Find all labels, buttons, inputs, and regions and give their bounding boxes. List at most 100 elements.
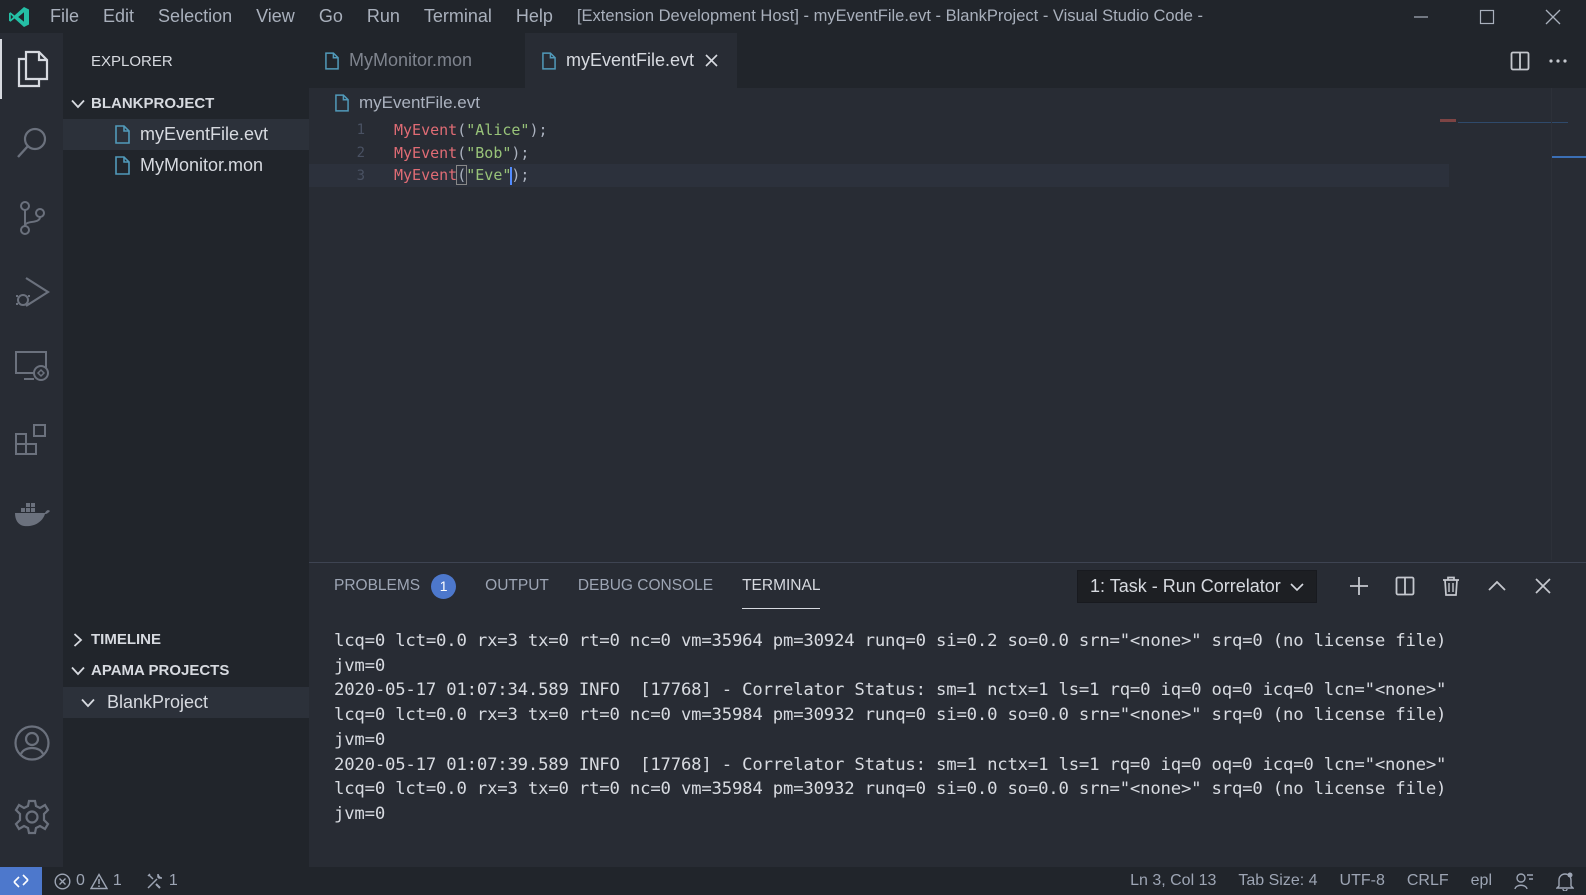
project-label: BlankProject	[107, 692, 209, 712]
close-icon	[1545, 9, 1561, 24]
section-blankproject[interactable]: BLANKPROJECT	[63, 88, 309, 119]
activity-manage[interactable]	[0, 787, 63, 847]
trash-icon	[1443, 576, 1459, 596]
menu-bar: File Edit Selection View Go Run Terminal…	[38, 0, 565, 33]
activity-run-debug[interactable]	[0, 262, 63, 322]
section-label: BLANKPROJECT	[91, 95, 215, 112]
menu-edit[interactable]: Edit	[91, 0, 146, 33]
token-close: );	[529, 120, 548, 139]
breadcrumb[interactable]: myEventFile.evt	[309, 88, 480, 118]
activity-bar	[0, 33, 63, 867]
line-number: 1	[356, 121, 365, 138]
terminal-line: jvm=0	[334, 803, 386, 824]
chevron-up-icon	[1488, 580, 1506, 591]
tab-problems[interactable]: PROBLEMS 1	[334, 563, 457, 609]
language-mode[interactable]: epl	[1471, 872, 1492, 890]
menu-terminal[interactable]: Terminal	[412, 0, 504, 33]
panel-actions	[1336, 563, 1566, 609]
menu-view[interactable]: View	[244, 0, 307, 33]
close-icon	[705, 54, 718, 67]
terminal-line: lcq=0 lct=0.0 rx=3 tx=0 rt=0 nc=0 vm=359…	[334, 631, 1447, 651]
token-string: "Eve"	[466, 166, 512, 185]
apama-project-item[interactable]: BlankProject	[63, 687, 309, 718]
activity-accounts[interactable]	[0, 713, 63, 773]
file-icon	[115, 156, 130, 175]
menu-run[interactable]: Run	[355, 0, 412, 33]
encoding[interactable]: UTF-8	[1340, 872, 1385, 890]
feedback-button[interactable]	[1514, 872, 1534, 890]
tab-label: MyMonitor.mon	[349, 50, 473, 70]
activity-remote-explorer[interactable]	[0, 336, 63, 396]
activity-explorer[interactable]	[0, 39, 63, 99]
error-count: 0	[76, 872, 85, 889]
token-close: );	[511, 143, 530, 162]
ports-count: 1	[168, 872, 178, 889]
close-window-button[interactable]	[1520, 0, 1586, 33]
chevron-down-icon	[71, 666, 85, 675]
token-function: MyEvent	[394, 166, 458, 185]
editor-actions	[1510, 33, 1568, 88]
menu-file[interactable]: File	[38, 0, 91, 33]
split-terminal-button[interactable]	[1382, 563, 1428, 609]
remote-indicator[interactable]	[0, 867, 42, 895]
tab-myeventfile[interactable]: myEventFile.evt	[525, 33, 737, 88]
editor-scrollbar[interactable]	[1551, 88, 1552, 560]
file-item-mymonitor[interactable]: MyMonitor.mon	[63, 150, 309, 181]
menu-help[interactable]: Help	[504, 0, 565, 33]
kill-terminal-button[interactable]	[1428, 563, 1474, 609]
file-item-myeventfile[interactable]: myEventFile.evt	[63, 119, 309, 150]
activity-search[interactable]	[0, 113, 63, 173]
menu-selection[interactable]: Selection	[146, 0, 244, 33]
token-function: MyEvent	[394, 120, 458, 139]
minimize-button[interactable]	[1388, 0, 1454, 33]
title-bar: File Edit Selection View Go Run Terminal…	[0, 0, 1586, 58]
bottom-panel: PROBLEMS 1 OUTPUT DEBUG CONSOLE TERMINAL…	[309, 562, 1586, 867]
new-terminal-button[interactable]	[1336, 563, 1382, 609]
minimap-content[interactable]	[1440, 119, 1456, 122]
maximize-panel-button[interactable]	[1474, 563, 1520, 609]
code-editor[interactable]: 1 MyEvent("Alice"); 2 MyEvent("Bob"); 3 …	[309, 118, 1586, 563]
token-paren: (	[457, 143, 467, 162]
activity-docker[interactable]	[0, 484, 63, 544]
error-icon	[54, 872, 71, 890]
problems-status[interactable]: 0 1	[54, 872, 122, 890]
section-apama-projects[interactable]: APAMA PROJECTS	[63, 655, 309, 686]
code-line-current: 3 MyEvent("Eve");	[309, 164, 1449, 187]
ports-status[interactable]: 1	[146, 872, 178, 890]
tab-terminal[interactable]: TERMINAL	[742, 563, 821, 609]
terminal-line: 2020-05-17 01:07:39.589 INFO [17768] - C…	[334, 754, 1447, 775]
chevron-down-icon	[71, 99, 85, 108]
docker-icon	[14, 503, 50, 527]
tab-size[interactable]: Tab Size: 4	[1238, 872, 1317, 890]
close-panel-button[interactable]	[1520, 563, 1566, 609]
terminal-line: lcq=0 lct=0.0 rx=3 tx=0 rt=0 nc=0 vm=359…	[334, 705, 1447, 726]
end-of-line[interactable]: CRLF	[1407, 872, 1449, 890]
tab-output[interactable]: OUTPUT	[485, 563, 549, 609]
menu-go[interactable]: Go	[307, 0, 355, 33]
cursor-position[interactable]: Ln 3, Col 13	[1130, 872, 1216, 890]
chevron-down-icon	[81, 698, 95, 707]
terminal-output[interactable]: lcq=0 lct=0.0 rx=3 tx=0 rt=0 nc=0 vm=359…	[334, 629, 1446, 827]
explorer-sidebar: EXPLORER BLANKPROJECT myEventFile.evt My…	[63, 33, 309, 867]
code-line: 2 MyEvent("Bob");	[309, 141, 1449, 164]
line-number: 3	[356, 167, 365, 184]
terminal-select-dropdown[interactable]: 1: Task - Run Correlator	[1077, 570, 1317, 603]
split-editor-button[interactable]	[1510, 51, 1530, 71]
tab-close-button[interactable]	[705, 54, 718, 67]
tab-label: PROBLEMS	[334, 577, 421, 594]
tab-mymonitor[interactable]: MyMonitor.mon	[309, 33, 525, 88]
line-code: MyEvent("Alice");	[394, 121, 548, 139]
tab-debug-console[interactable]: DEBUG CONSOLE	[578, 563, 713, 609]
file-icon	[115, 125, 130, 144]
tab-label: myEventFile.evt	[566, 50, 695, 70]
search-icon	[16, 127, 46, 158]
activity-source-control[interactable]	[0, 188, 63, 248]
status-bar: 0 1 1 Ln 3, Col 13 Tab Size: 4 UTF-8 CRL…	[0, 867, 1586, 895]
token-close: );	[511, 166, 530, 185]
activity-extensions[interactable]	[0, 410, 63, 470]
section-timeline[interactable]: TIMELINE	[63, 624, 309, 655]
more-actions-button[interactable]	[1548, 51, 1568, 71]
remote-explorer-icon	[14, 351, 49, 381]
notifications-button[interactable]	[1556, 871, 1574, 891]
maximize-button[interactable]	[1454, 0, 1520, 33]
